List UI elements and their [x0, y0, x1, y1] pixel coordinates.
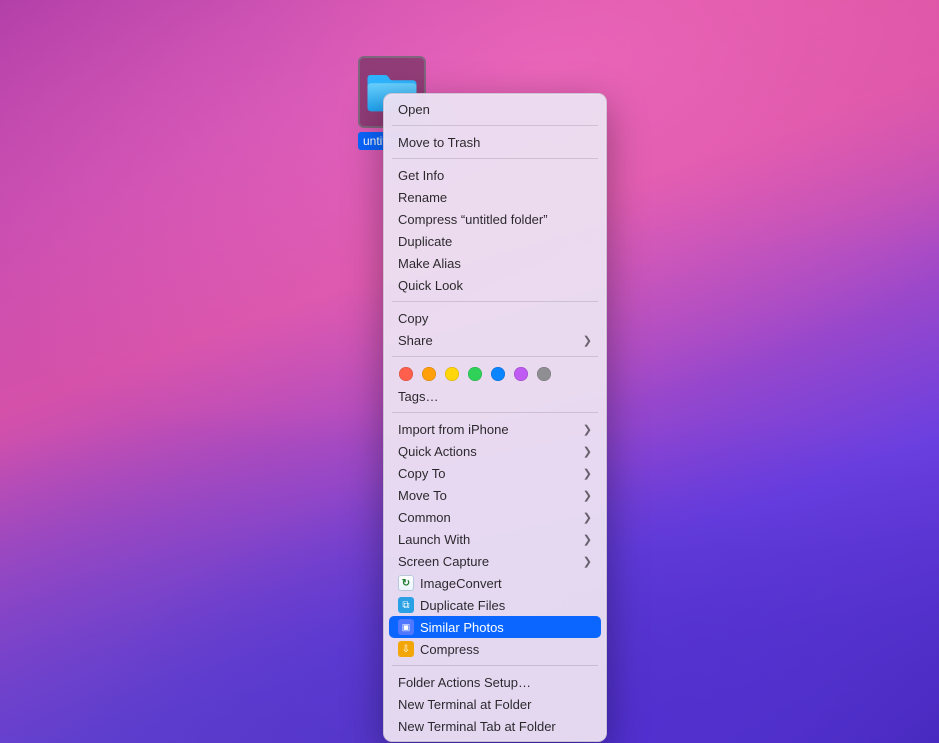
separator [392, 412, 598, 413]
menu-item-label: Make Alias [398, 256, 592, 271]
tag-color-dot[interactable] [491, 367, 505, 381]
menu-import-from-iphone[interactable]: Import from iPhone ❯ [384, 418, 606, 440]
menu-item-label: Copy To [398, 466, 577, 481]
menu-item-label: Launch With [398, 532, 577, 547]
menu-item-label: Duplicate [398, 234, 592, 249]
separator [392, 125, 598, 126]
compress-icon [398, 641, 414, 657]
menu-item-label: New Terminal at Folder [398, 697, 592, 712]
tag-color-dot[interactable] [399, 367, 413, 381]
menu-new-terminal-at-folder[interactable]: New Terminal at Folder [384, 693, 606, 715]
menu-item-label: Screen Capture [398, 554, 577, 569]
chevron-right-icon: ❯ [583, 334, 592, 347]
menu-item-label: Compress “untitled folder” [398, 212, 592, 227]
tag-color-dot[interactable] [422, 367, 436, 381]
menu-quick-look[interactable]: Quick Look [384, 274, 606, 296]
menu-tag-colors [384, 362, 606, 385]
chevron-right-icon: ❯ [583, 533, 592, 546]
menu-get-info[interactable]: Get Info [384, 164, 606, 186]
menu-item-label: Similar Photos [420, 620, 592, 635]
menu-item-label: Common [398, 510, 577, 525]
tag-color-dot[interactable] [514, 367, 528, 381]
menu-rename[interactable]: Rename [384, 186, 606, 208]
menu-item-label: Move To [398, 488, 577, 503]
chevron-right-icon: ❯ [583, 555, 592, 568]
menu-move-to-trash[interactable]: Move to Trash [384, 131, 606, 153]
chevron-right-icon: ❯ [583, 489, 592, 502]
menu-folder-actions-setup[interactable]: Folder Actions Setup… [384, 671, 606, 693]
menu-item-label: Compress [420, 642, 592, 657]
tag-color-dot[interactable] [445, 367, 459, 381]
menu-item-label: New Terminal Tab at Folder [398, 719, 592, 734]
menu-item-label: Quick Look [398, 278, 592, 293]
menu-item-label: Copy [398, 311, 592, 326]
menu-item-label: Open [398, 102, 592, 117]
menu-common[interactable]: Common ❯ [384, 506, 606, 528]
menu-item-label: Tags… [398, 389, 592, 404]
menu-item-label: Duplicate Files [420, 598, 592, 613]
menu-item-label: Folder Actions Setup… [398, 675, 592, 690]
context-menu: Open Move to Trash Get Info Rename Compr… [383, 93, 607, 742]
menu-share[interactable]: Share ❯ [384, 329, 606, 351]
menu-duplicate[interactable]: Duplicate [384, 230, 606, 252]
menu-copy-to[interactable]: Copy To ❯ [384, 462, 606, 484]
menu-quick-actions[interactable]: Quick Actions ❯ [384, 440, 606, 462]
chevron-right-icon: ❯ [583, 511, 592, 524]
similar-photos-icon [398, 619, 414, 635]
menu-copy[interactable]: Copy [384, 307, 606, 329]
menu-compress-named[interactable]: Compress “untitled folder” [384, 208, 606, 230]
menu-item-label: Import from iPhone [398, 422, 577, 437]
imageconvert-icon [398, 575, 414, 591]
menu-item-label: ImageConvert [420, 576, 592, 591]
menu-open[interactable]: Open [384, 98, 606, 120]
menu-make-alias[interactable]: Make Alias [384, 252, 606, 274]
desktop-wallpaper: untitled folder Open Move to Trash Get I… [0, 0, 939, 743]
menu-similar-photos[interactable]: Similar Photos [389, 616, 601, 638]
chevron-right-icon: ❯ [583, 445, 592, 458]
separator [392, 158, 598, 159]
separator [392, 356, 598, 357]
menu-item-label: Get Info [398, 168, 592, 183]
separator [392, 301, 598, 302]
duplicate-files-icon [398, 597, 414, 613]
chevron-right-icon: ❯ [583, 467, 592, 480]
menu-move-to[interactable]: Move To ❯ [384, 484, 606, 506]
menu-screen-capture[interactable]: Screen Capture ❯ [384, 550, 606, 572]
menu-tags[interactable]: Tags… [384, 385, 606, 407]
menu-duplicate-files[interactable]: Duplicate Files [384, 594, 606, 616]
menu-launch-with[interactable]: Launch With ❯ [384, 528, 606, 550]
menu-item-label: Share [398, 333, 577, 348]
menu-new-terminal-tab-at-folder[interactable]: New Terminal Tab at Folder [384, 715, 606, 737]
chevron-right-icon: ❯ [583, 423, 592, 436]
menu-compress-action[interactable]: Compress [384, 638, 606, 660]
menu-item-label: Move to Trash [398, 135, 592, 150]
menu-image-convert[interactable]: ImageConvert [384, 572, 606, 594]
separator [392, 665, 598, 666]
tag-color-dot[interactable] [537, 367, 551, 381]
tag-color-dot[interactable] [468, 367, 482, 381]
menu-item-label: Quick Actions [398, 444, 577, 459]
menu-item-label: Rename [398, 190, 592, 205]
